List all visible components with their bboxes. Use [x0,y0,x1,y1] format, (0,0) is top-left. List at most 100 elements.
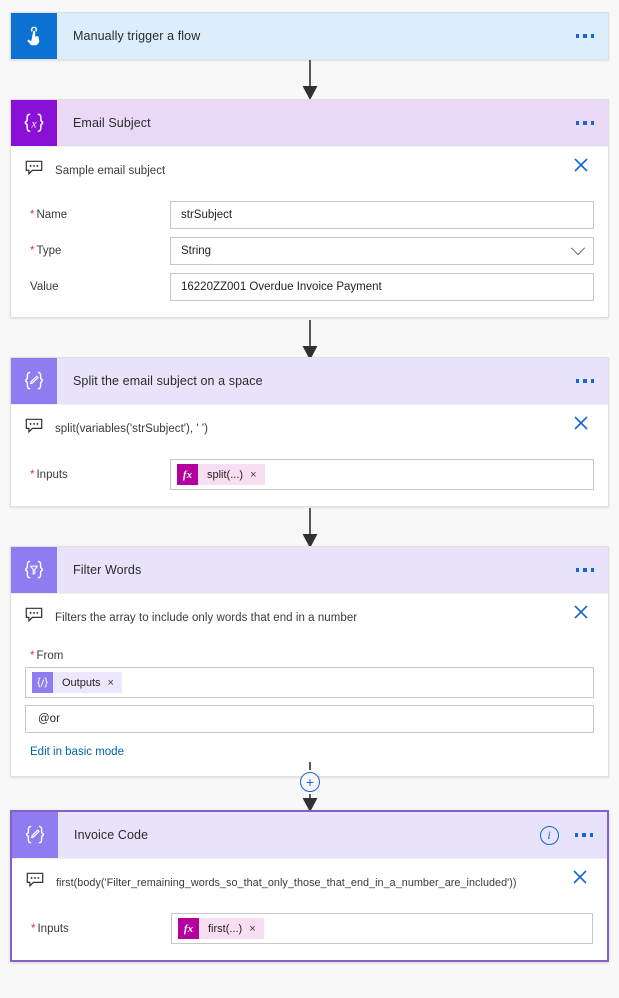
flow-node-email-subject[interactable]: x Email Subject Sample email subject * N… [10,99,609,318]
svg-text:x: x [30,118,37,130]
node-comment-text: first(body('Filter_remaining_words_so_th… [56,876,517,889]
hand-tap-icon [11,13,57,59]
field-label-inputs: * Inputs [26,923,171,935]
node-header-invoice-code[interactable]: Invoice Code i [12,812,607,858]
required-marker: * [30,468,35,481]
field-label-inputs-text: Inputs [36,468,68,481]
node-comment-row: Sample email subject [25,147,594,193]
connector-email-subject-to-split [302,320,318,360]
close-x-icon[interactable] [569,866,593,890]
node-header-split-subject[interactable]: Split the email subject on a space [11,358,608,404]
ellipsis-icon[interactable] [571,827,598,843]
flow-node-invoice-code[interactable]: Invoice Code i first(body('Filter_remain… [10,810,609,962]
node-header-trigger[interactable]: Manually trigger a flow [11,13,608,59]
field-label-inputs: * Inputs [25,469,170,481]
comment-bubble-icon [25,607,45,628]
field-row-inputs: * Inputs fx first(...) × [26,913,593,944]
inputs-token-field[interactable]: fx first(...) × [171,913,593,944]
comment-bubble-icon [25,160,45,181]
node-body-invoice-code: first(body('Filter_remaining_words_so_th… [12,858,607,960]
inputs-token-field[interactable]: fx split(...) × [170,459,594,490]
node-header-email-subject[interactable]: x Email Subject [11,100,608,146]
field-label-name: * Name [25,209,170,221]
field-label-type-text: Type [36,245,62,257]
field-row-type: * Type String [25,237,594,265]
required-marker: * [31,922,36,935]
close-x-icon[interactable] [570,154,594,178]
node-header-actions-split-subject [572,358,599,404]
required-marker: * [30,245,35,257]
node-header-actions-email-subject [572,100,599,146]
flow-node-filter-words[interactable]: Filter Words Filters the array to includ… [10,546,609,777]
token-body: first(...) × [199,918,264,939]
node-title-email-subject: Email Subject [73,116,151,130]
from-token-field[interactable]: Outputs × [25,667,594,698]
ellipsis-icon[interactable] [572,115,599,131]
field-label-name-text: Name [36,209,68,221]
field-row-value: Value 16220ZZ001 Overdue Invoice Payment [25,273,594,301]
required-marker: * [30,650,35,662]
token-body: Outputs × [53,672,122,693]
field-label-inputs-text: Inputs [37,922,69,935]
required-marker: * [30,209,35,221]
ellipsis-icon[interactable] [572,562,599,578]
compose-pencil-braces-icon [11,358,57,404]
node-title-invoice-code: Invoice Code [74,828,149,842]
filter-funnel-braces-icon [11,547,57,593]
field-label-value: Value [30,281,59,293]
ellipsis-icon[interactable] [572,373,599,389]
node-header-filter-words[interactable]: Filter Words [11,547,608,593]
value-field[interactable]: 16220ZZ001 Overdue Invoice Payment [170,273,594,301]
connector-trigger-to-email-subject [302,58,318,100]
node-body-split-subject: split(variables('strSubject'), ' ') * Inp… [11,404,608,506]
connector-split-to-filter [302,508,318,548]
fx-icon: fx [178,918,199,939]
comment-bubble-icon [25,418,45,439]
close-x-small-icon[interactable]: × [250,469,256,481]
close-x-small-icon[interactable]: × [249,923,255,935]
flow-node-split-subject[interactable]: Split the email subject on a space split… [10,357,609,507]
field-label-from-text: From [36,650,64,662]
variable-braces-icon: x [11,100,57,146]
node-comment-row: Filters the array to include only words … [25,594,594,640]
token-body: split(...) × [198,464,265,485]
comment-bubble-icon [26,872,46,893]
plus-circle-icon[interactable]: + [300,772,320,792]
node-comment-text: Filters the array to include only words … [55,611,358,624]
node-header-actions-trigger [572,13,599,59]
field-row-name: * Name strSubject [25,201,594,229]
node-title-trigger: Manually trigger a flow [73,29,201,43]
compose-pencil-braces-icon [12,812,58,858]
flow-canvas: Manually trigger a flow x Email Subject [0,0,619,998]
filter-condition-field[interactable]: @or [25,705,594,733]
node-comment-row: split(variables('strSubject'), ' ') [25,405,594,451]
fx-icon: fx [177,464,198,485]
node-title-filter-words: Filter Words [73,563,142,577]
close-x-icon[interactable] [570,601,594,625]
field-label-type: * Type [25,245,170,257]
edit-in-basic-mode-link[interactable]: Edit in basic mode [25,746,124,758]
chevron-down-icon [570,241,586,256]
node-comment-row: first(body('Filter_remaining_words_so_th… [26,859,593,905]
close-x-icon[interactable] [570,412,594,436]
name-field[interactable]: strSubject [170,201,594,229]
expression-token-first[interactable]: fx first(...) × [178,918,264,939]
node-comment-text: Sample email subject [55,164,166,177]
ellipsis-icon[interactable] [572,28,599,44]
token-label: Outputs [62,676,101,689]
type-select-value: String [181,245,212,257]
type-select[interactable]: String [170,237,594,265]
info-circle-icon[interactable]: i [539,825,559,845]
outputs-token[interactable]: Outputs × [32,672,122,693]
field-row-inputs: * Inputs fx split(...) × [25,459,594,490]
field-label-from: * From [25,650,594,662]
flow-node-trigger[interactable]: Manually trigger a flow [10,12,609,60]
node-body-filter-words: Filters the array to include only words … [11,593,608,776]
close-x-small-icon[interactable]: × [108,677,114,689]
node-comment-text: split(variables('strSubject'), ' ') [55,422,209,435]
token-label: split(...) [207,468,244,481]
expression-token-split[interactable]: fx split(...) × [177,464,265,485]
node-body-email-subject: Sample email subject * Name strSubject * T… [11,146,608,317]
node-title-split-subject: Split the email subject on a space [73,374,263,388]
compose-outputs-icon [32,672,53,693]
